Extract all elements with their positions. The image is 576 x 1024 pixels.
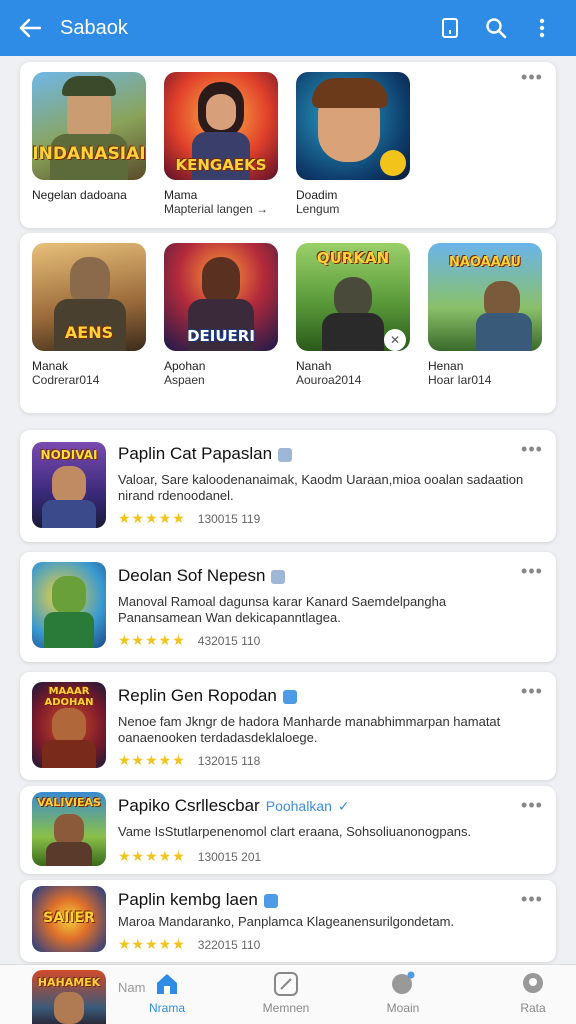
app-meta: ★★★★★ 130015 201	[118, 848, 261, 865]
verified-icon: ✓	[337, 798, 350, 814]
download-count: 130015 119	[197, 512, 261, 526]
app-description: Vame IsStutlarpenenomol clart eraana, So…	[118, 824, 472, 839]
publisher-link[interactable]: Poohalkan	[266, 798, 332, 814]
bookmark-icon	[442, 18, 458, 38]
list-item[interactable]: MAAAR ADOHAN Replin Gen Ropodan Nenoe fa…	[20, 672, 556, 780]
page-title: Sabaok	[60, 16, 128, 39]
tile-subtitle: Aouroa2014	[296, 373, 362, 387]
tile-subtitle: Codrerar014	[32, 373, 100, 387]
star-rating: ★★★★★	[118, 752, 186, 768]
app-description: Manoval Ramoal dagunsa karar Kanard Saem…	[118, 594, 447, 625]
game-art: AENS	[32, 243, 146, 351]
tile-name: Mama	[164, 188, 198, 202]
more-horiz-icon[interactable]: •••	[520, 682, 544, 702]
tile-subtitle: Mapterial langen →	[164, 202, 269, 216]
featured-tile[interactable]: INDANASIAI Negelan dadoana	[32, 72, 150, 202]
nav-games[interactable]: Memnen	[241, 971, 331, 1015]
more-horiz-icon[interactable]: •••	[520, 890, 544, 910]
featured-tile[interactable]: DEIUERI Apohan Aspaen	[164, 243, 282, 387]
app-meta: ★★★★★ 130015 119	[118, 510, 260, 527]
game-icon: SAIIER	[32, 886, 106, 952]
game-icon: MAAAR ADOHAN	[32, 682, 106, 768]
app-description: Maroa Mandaranko, Panplamca Klageanensur…	[118, 914, 455, 929]
featured-tile[interactable]: AENS Manak Codrerar014	[32, 243, 150, 387]
star-rating: ★★★★★	[118, 510, 186, 526]
featured-tile[interactable]: KENGAEKS Mama Mapterial langen →	[164, 72, 282, 216]
app-title: Papiko Csrllescbar Poohalkan ✓	[118, 796, 350, 815]
game-art: KENGAEKS	[164, 72, 278, 180]
tile-name: Doadim	[296, 188, 338, 202]
verified-icon	[271, 569, 286, 584]
app-title: Replin Gen Ropodan	[118, 686, 297, 706]
featured-row-1: INDANASIAI Negelan dadoana KENGAEKS Mama…	[20, 62, 556, 228]
app-description: Nenoe fam Jkngr de hadora Manharde manab…	[118, 714, 501, 745]
list-item[interactable]: SAIIER Paplin kembg laen Maroa Mandarank…	[20, 880, 556, 962]
search-button[interactable]	[476, 8, 516, 48]
more-horiz-icon[interactable]: •••	[520, 440, 544, 460]
tile-subtitle: Aspaen	[164, 373, 205, 387]
gamepad-icon	[274, 972, 298, 996]
download-count: 130015 201	[197, 850, 262, 864]
tile-name: Nanah	[296, 359, 332, 373]
app-meta: ★★★★★ 132015 118	[118, 752, 260, 769]
download-count: 322015 110	[197, 938, 261, 952]
more-horiz-icon[interactable]: •••	[520, 68, 544, 88]
game-art: INDANASIAI	[32, 72, 146, 180]
list-item[interactable]: NODIVAI Paplin Cat Papaslan Valoar, Sare…	[20, 430, 556, 542]
verified-icon	[282, 689, 297, 704]
search-icon	[486, 18, 507, 39]
verified-icon	[263, 893, 278, 908]
chat-icon	[392, 971, 415, 994]
download-count: 132015 118	[197, 754, 261, 768]
tile-name: Apohan	[164, 359, 206, 373]
app-title: Paplin kembg laen	[118, 890, 278, 910]
tile-subtitle: Hoar Iar014	[428, 373, 492, 387]
list-item[interactable]: Deolan Sof Nepesn Manoval Ramoal dagunsa…	[20, 552, 556, 662]
star-rating: ★★★★★	[118, 632, 186, 648]
game-icon	[32, 562, 106, 648]
more-horiz-icon[interactable]: •••	[520, 796, 544, 816]
app-title: Paplin Cat Papaslan	[118, 444, 293, 464]
more-vert-icon	[539, 18, 545, 38]
app-description: Valoar, Sare kaloodenanaimak, Kaodm Uara…	[118, 472, 524, 503]
play-badge-icon	[380, 150, 406, 176]
bookmark-button[interactable]	[430, 8, 470, 48]
overflow-menu-button[interactable]	[522, 8, 562, 48]
home-icon	[157, 974, 177, 994]
more-horiz-icon[interactable]: •••	[520, 562, 544, 582]
featured-tile[interactable]: QURKAN ✕ Nanah Aouroa2014	[296, 243, 414, 387]
profile-icon	[523, 973, 543, 993]
peek-game-icon[interactable]: HAHAMEK	[32, 970, 106, 1024]
featured-row-2: AENS Manak Codrerar014 DEIUERI Apohan As…	[20, 233, 556, 413]
list-item[interactable]: VALIVIEAS Papiko Csrllescbar Poohalkan ✓ V…	[20, 786, 556, 874]
peek-title: Nam	[118, 980, 146, 995]
star-rating: ★★★★★	[118, 848, 186, 864]
tile-name: Negelan dadoana	[32, 188, 127, 202]
game-art	[296, 72, 410, 180]
app-bar: Sabaok	[0, 0, 576, 56]
share-icon: ✕	[384, 329, 406, 351]
tile-name: Henan	[428, 359, 464, 373]
nav-messages[interactable]: Moain	[358, 971, 448, 1015]
game-icon: VALIVIEAS	[32, 792, 106, 866]
app-title: Deolan Sof Nepesn	[118, 566, 286, 586]
game-art: QURKAN ✕	[296, 243, 410, 351]
nav-profile[interactable]: Rata	[488, 971, 576, 1015]
arrow-left-icon	[19, 18, 41, 38]
star-rating: ★★★★★	[118, 936, 186, 952]
tile-name: Manak	[32, 359, 69, 373]
game-art: DEIUERI	[164, 243, 278, 351]
app-meta: ★★★★★ 432015 110	[118, 632, 260, 649]
tile-subtitle: Lengum	[296, 202, 340, 216]
featured-tile[interactable]: NAOAAAU Henan Hoar Iar014	[428, 243, 546, 387]
featured-tile[interactable]: Doadim Lengum	[296, 72, 414, 216]
verified-icon	[278, 447, 293, 462]
game-art: NAOAAAU	[428, 243, 542, 351]
download-count: 432015 110	[197, 634, 261, 648]
back-button[interactable]	[14, 12, 46, 44]
game-icon: NODIVAI	[32, 442, 106, 528]
app-meta: ★★★★★ 322015 110	[118, 936, 260, 953]
